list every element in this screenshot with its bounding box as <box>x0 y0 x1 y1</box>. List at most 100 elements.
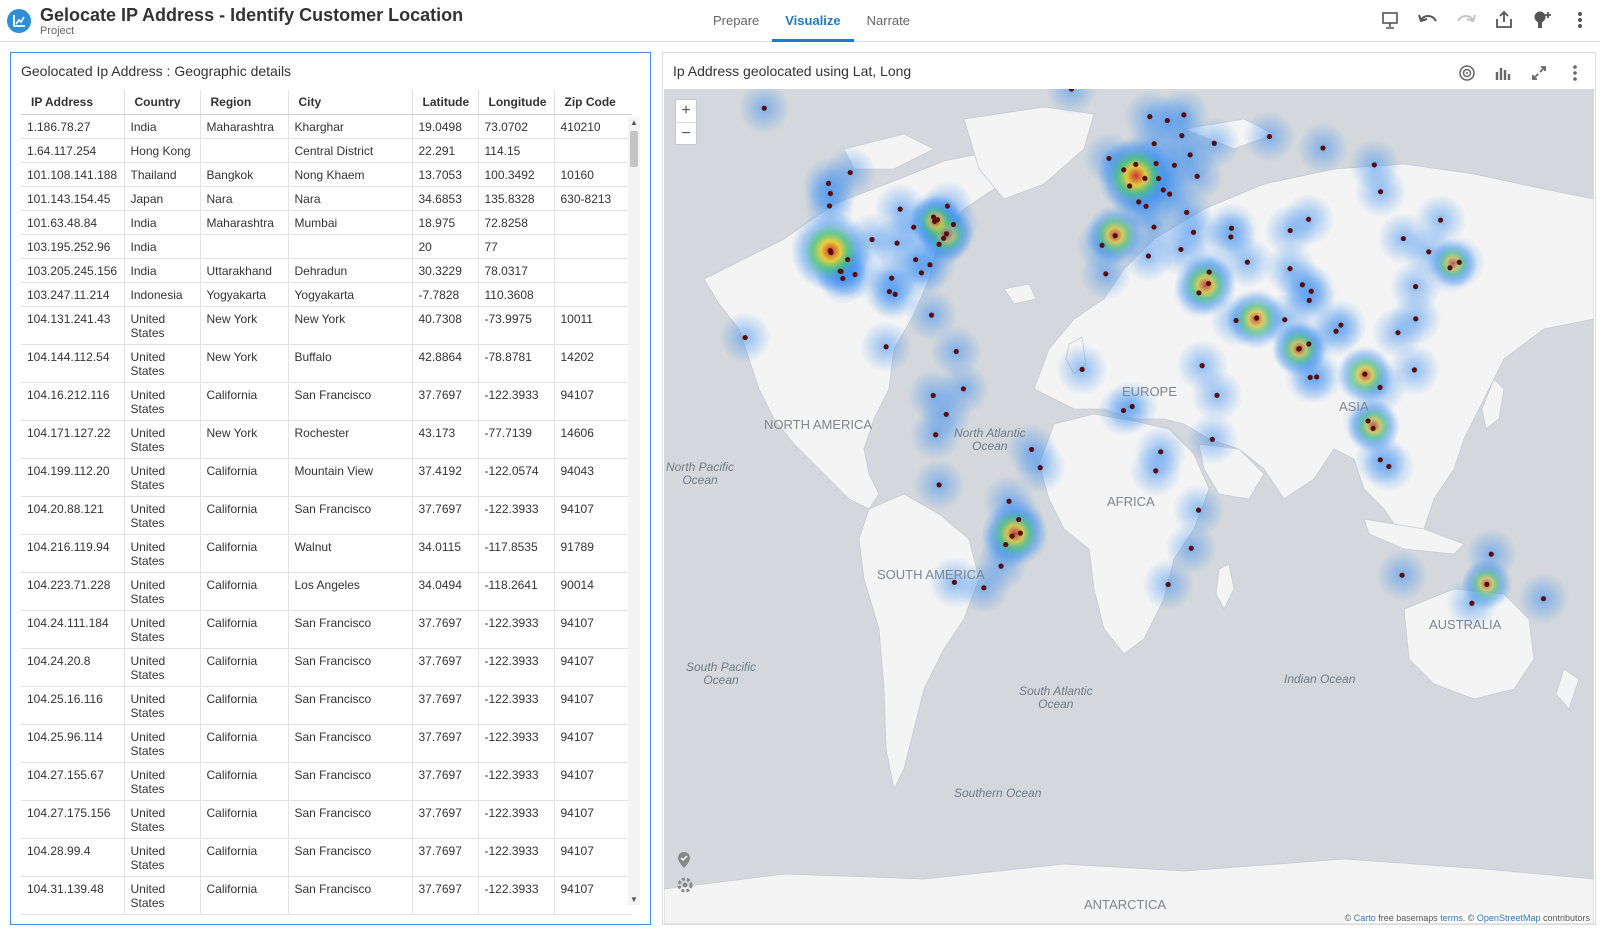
target-icon[interactable] <box>1455 61 1479 85</box>
ip-location-point[interactable] <box>1178 247 1183 252</box>
ip-location-point[interactable] <box>1229 226 1234 231</box>
table-row[interactable]: 1.186.78.27IndiaMaharashtraKharghar19.04… <box>21 114 632 138</box>
ip-location-point[interactable] <box>1362 371 1367 376</box>
ip-location-point[interactable] <box>1395 330 1400 335</box>
ip-location-point[interactable] <box>1161 187 1166 192</box>
ip-location-point[interactable] <box>840 276 845 281</box>
ip-location-point[interactable] <box>1166 582 1171 587</box>
ip-location-point[interactable] <box>937 482 942 487</box>
ip-location-point[interactable] <box>869 237 874 242</box>
ip-location-point[interactable] <box>1143 204 1148 209</box>
map-settings-icon[interactable] <box>676 876 696 896</box>
map-visualization[interactable]: Ip Address geolocated using Lat, Long <box>662 52 1596 925</box>
map-menu-icon[interactable] <box>1563 61 1587 85</box>
ip-location-point[interactable] <box>1188 152 1193 157</box>
ip-location-point[interactable] <box>1016 517 1021 522</box>
ip-location-point[interactable] <box>1254 315 1259 320</box>
app-logo-icon[interactable] <box>7 9 31 33</box>
terms-link[interactable]: terms <box>1440 913 1463 923</box>
ip-location-point[interactable] <box>1401 236 1406 241</box>
tab-narrate[interactable]: Narrate <box>854 0 923 42</box>
ip-location-point[interactable] <box>1142 176 1147 181</box>
ip-location-point[interactable] <box>1189 546 1194 551</box>
table-row[interactable]: 104.24.111.184United StatesCaliforniaSan… <box>21 610 632 648</box>
ip-location-point[interactable] <box>1457 260 1462 265</box>
bar-chart-icon[interactable] <box>1491 61 1515 85</box>
table-scrollbar[interactable]: ▲ ▼ <box>628 117 640 905</box>
column-header[interactable]: Longitude <box>478 90 554 114</box>
table-row[interactable]: 104.216.119.94United StatesCaliforniaWal… <box>21 534 632 572</box>
osm-link[interactable]: OpenStreetMap <box>1477 913 1541 923</box>
ip-location-point[interactable] <box>945 203 950 208</box>
ip-location-point[interactable] <box>1103 271 1108 276</box>
ip-location-point[interactable] <box>913 257 918 262</box>
redo-icon[interactable] <box>1454 8 1478 32</box>
table-row[interactable]: 101.143.154.45JapanNaraNara34.6853135.83… <box>21 186 632 210</box>
ip-location-point[interactable] <box>894 241 899 246</box>
ip-location-point[interactable] <box>1447 265 1452 270</box>
ip-location-point[interactable] <box>998 564 1003 569</box>
table-row[interactable]: 104.25.16.116United StatesCaliforniaSan … <box>21 686 632 724</box>
ip-location-point[interactable] <box>1207 269 1212 274</box>
ip-location-point[interactable] <box>1179 133 1184 138</box>
column-header[interactable]: Country <box>124 90 200 114</box>
ip-location-point[interactable] <box>838 269 843 274</box>
ip-location-point[interactable] <box>1309 289 1314 294</box>
ip-location-point[interactable] <box>1484 582 1489 587</box>
table-visualization[interactable]: Geolocated Ip Address : Geographic detai… <box>10 52 651 925</box>
carto-link[interactable]: Carto <box>1354 913 1376 923</box>
ip-location-point[interactable] <box>1167 192 1172 197</box>
ip-location-point[interactable] <box>944 412 949 417</box>
ip-location-point[interactable] <box>1127 183 1132 188</box>
insights-icon[interactable] <box>1530 8 1554 32</box>
ip-location-point[interactable] <box>1099 243 1104 248</box>
ip-location-point[interactable] <box>919 270 924 275</box>
ip-location-point[interactable] <box>1320 145 1325 150</box>
table-row[interactable]: 104.25.96.114United StatesCaliforniaSan … <box>21 724 632 762</box>
scroll-thumb[interactable] <box>630 131 638 167</box>
ip-location-point[interactable] <box>1106 156 1111 161</box>
scroll-down-icon[interactable]: ▼ <box>630 895 638 904</box>
ip-location-point[interactable] <box>1214 393 1219 398</box>
table-row[interactable]: 103.195.252.96India2077 <box>21 234 632 258</box>
ip-location-point[interactable] <box>1136 199 1141 204</box>
ip-location-point[interactable] <box>1146 253 1151 258</box>
ip-location-point[interactable] <box>1196 508 1201 513</box>
ip-location-point[interactable] <box>1210 437 1215 442</box>
ip-location-point[interactable] <box>931 214 936 219</box>
ip-location-point[interactable] <box>1212 141 1217 146</box>
ip-location-point[interactable] <box>762 106 767 111</box>
ip-location-point[interactable] <box>1371 426 1376 431</box>
table-row[interactable]: 104.28.99.4United StatesCaliforniaSan Fr… <box>21 838 632 876</box>
scroll-up-icon[interactable]: ▲ <box>630 118 638 127</box>
ip-location-point[interactable] <box>889 276 894 281</box>
ip-location-point[interactable] <box>927 262 932 267</box>
table-row[interactable]: 104.171.127.22United StatesNew YorkRoche… <box>21 420 632 458</box>
ip-location-point[interactable] <box>1184 210 1189 215</box>
world-map[interactable]: NORTH AMERICA SOUTH AMERICA EUROPE AFRIC… <box>664 89 1594 924</box>
table-row[interactable]: 1.64.117.254Hong KongCentral District22.… <box>21 138 632 162</box>
ip-location-point[interactable] <box>1308 375 1313 380</box>
ip-location-point[interactable] <box>1300 282 1305 287</box>
ip-location-point[interactable] <box>1165 118 1170 123</box>
ip-location-point[interactable] <box>1228 234 1233 239</box>
ip-location-point[interactable] <box>929 313 934 318</box>
ip-location-point[interactable] <box>941 236 946 241</box>
ip-location-point[interactable] <box>1333 329 1338 334</box>
ip-location-point[interactable] <box>1195 174 1200 179</box>
ip-location-point[interactable] <box>883 344 888 349</box>
ip-location-point[interactable] <box>1438 218 1443 223</box>
table-row[interactable]: 104.199.112.20United StatesCaliforniaMou… <box>21 458 632 496</box>
table-row[interactable]: 104.131.241.43United StatesNew YorkNew Y… <box>21 306 632 344</box>
table-row[interactable]: 101.108.141.188ThailandBangkokNong Khaem… <box>21 162 632 186</box>
table-row[interactable]: 104.31.139.48United StatesCaliforniaSan … <box>21 876 632 914</box>
ip-location-point[interactable] <box>1158 449 1163 454</box>
ip-location-point[interactable] <box>1413 316 1418 321</box>
ip-location-point[interactable] <box>1469 601 1474 606</box>
ip-location-point[interactable] <box>1133 162 1138 167</box>
ip-location-point[interactable] <box>1288 228 1293 233</box>
undo-icon[interactable] <box>1416 8 1440 32</box>
more-icon[interactable] <box>1568 8 1592 32</box>
ip-location-point[interactable] <box>1412 367 1417 372</box>
ip-location-point[interactable] <box>1196 290 1201 295</box>
